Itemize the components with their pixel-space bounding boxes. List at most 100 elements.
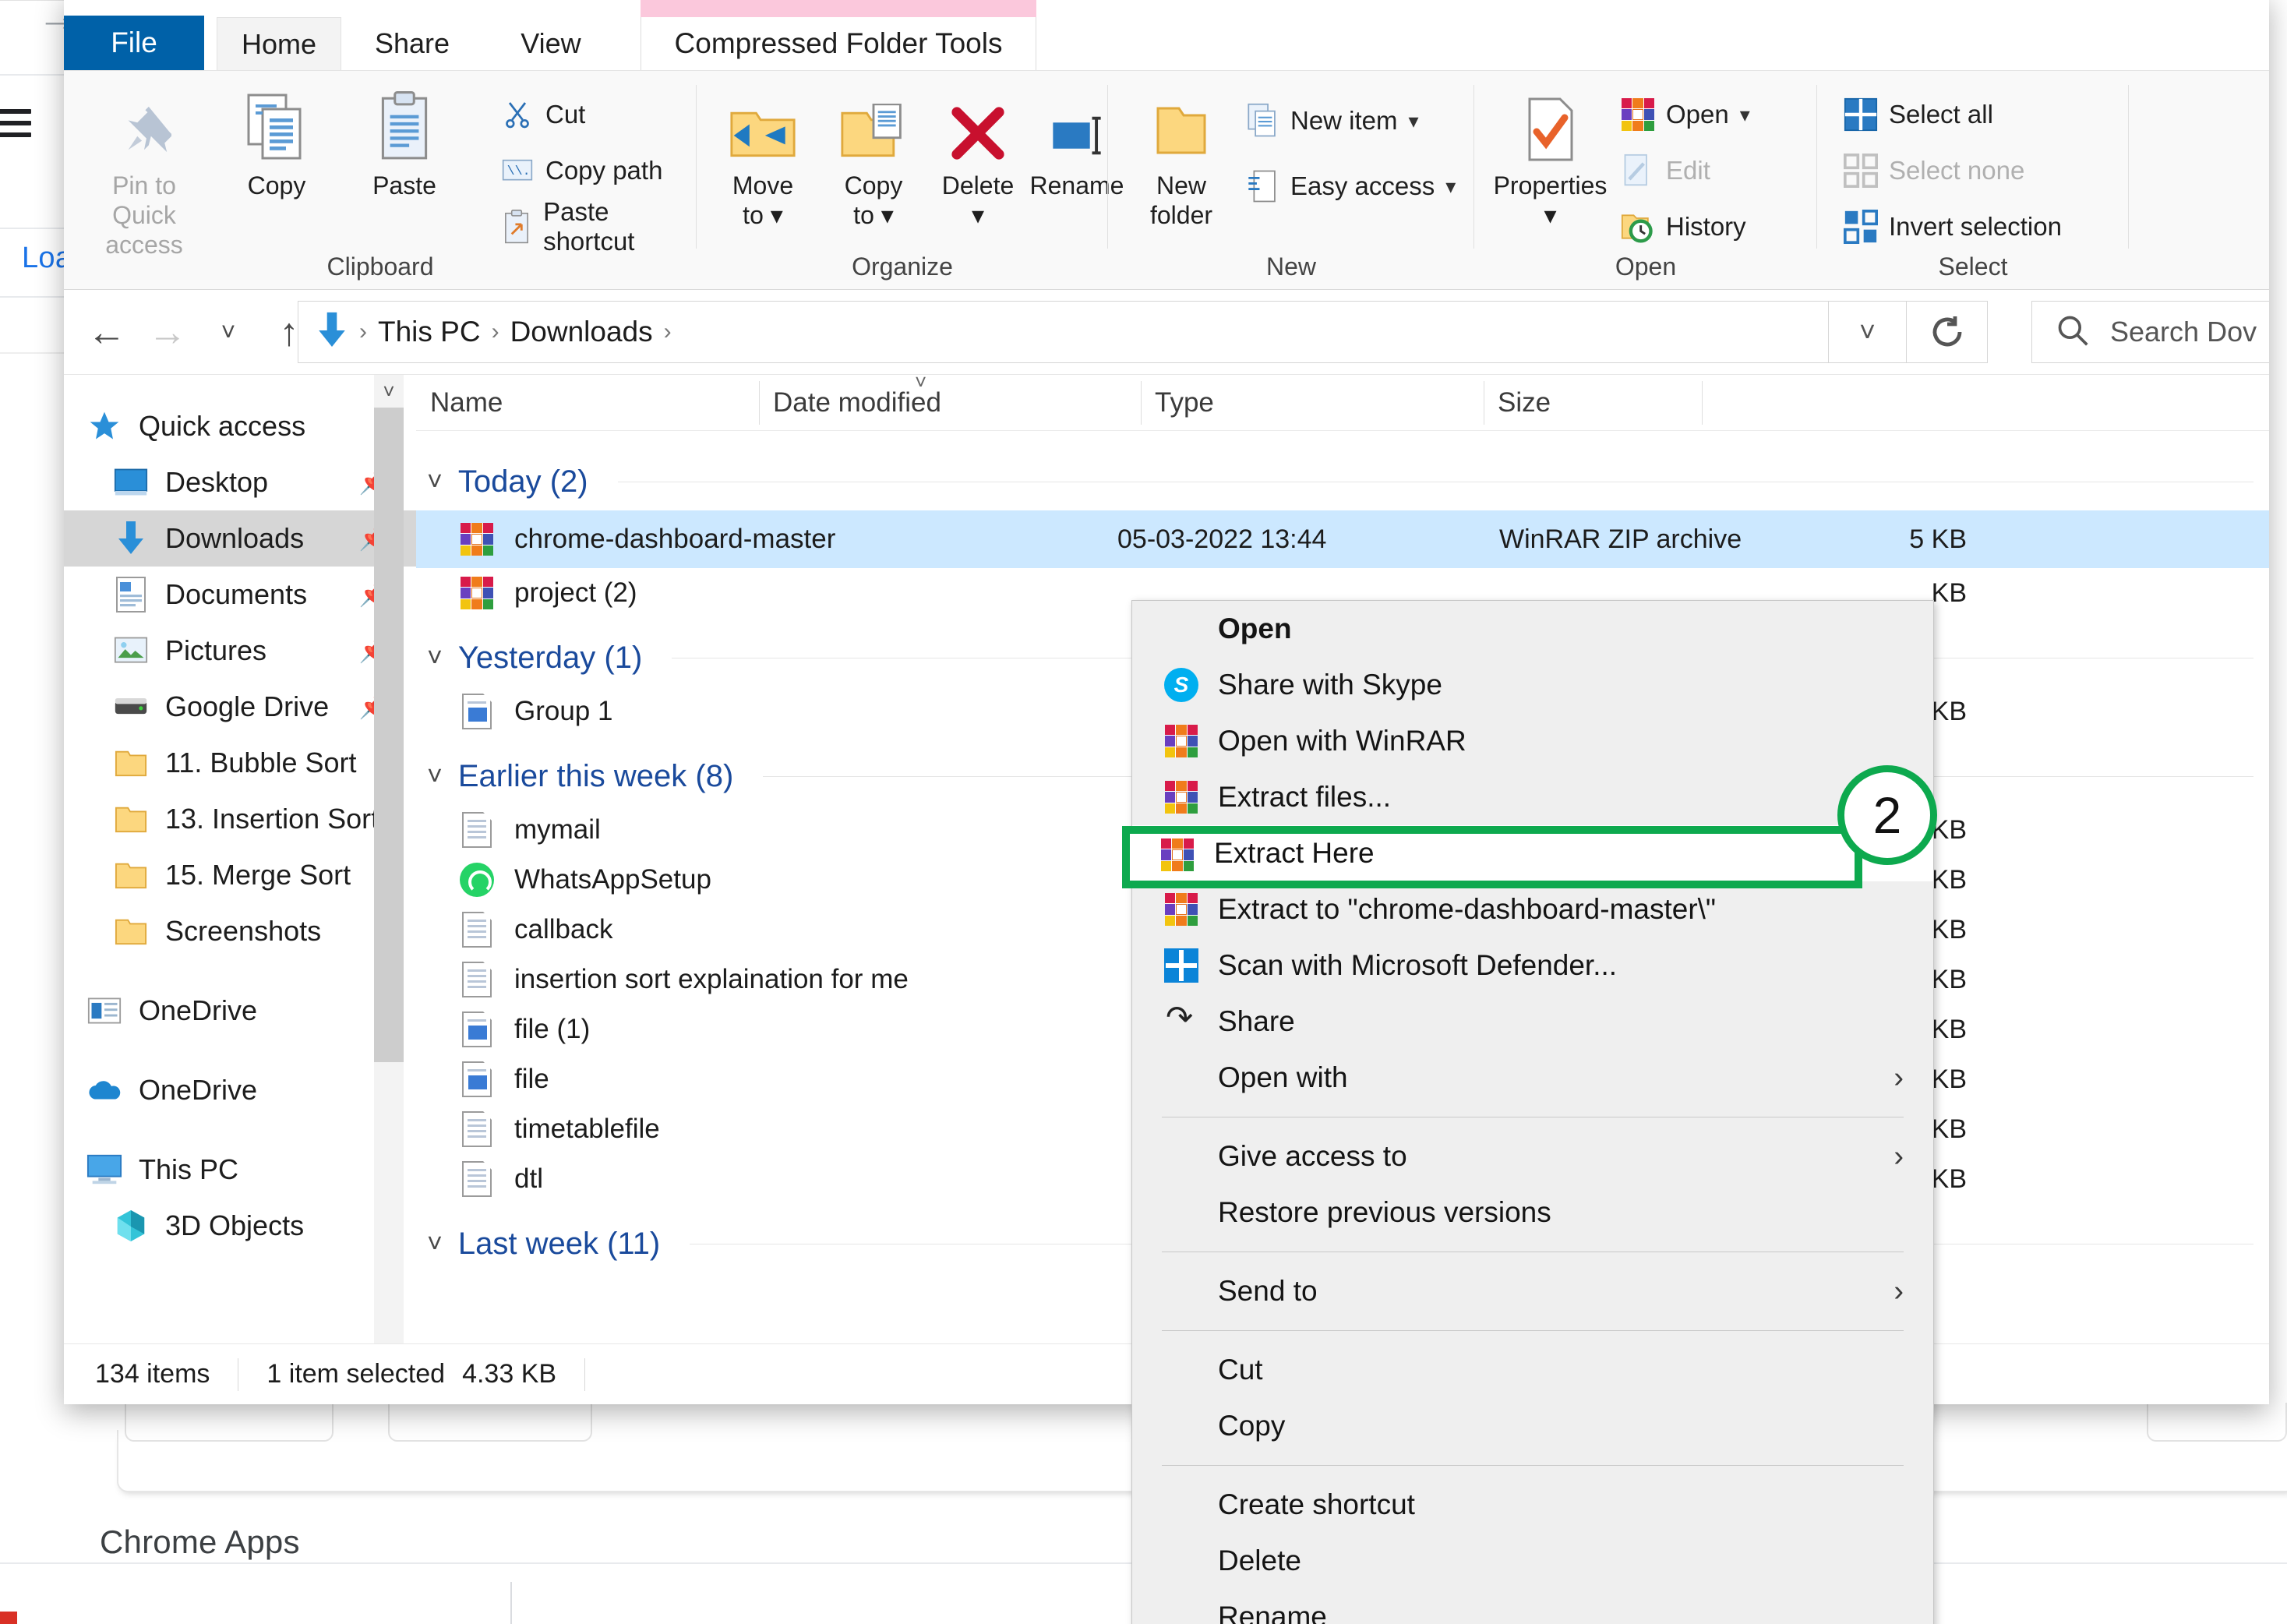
chevron-down-icon[interactable]: ˅: [427, 643, 443, 673]
annotation-highlight-label: Extract Here: [1214, 837, 1375, 869]
menu-item-open-with[interactable]: Open with ›: [1132, 1050, 1933, 1106]
copy-to-button[interactable]: Copy to ▾: [815, 88, 932, 230]
sidebar-item-google-drive[interactable]: Google Drive 📌: [64, 679, 416, 735]
navigation-scrollbar[interactable]: ˅ ˅: [374, 375, 404, 1404]
sidebar-item-bubble-sort[interactable]: 11. Bubble Sort: [64, 735, 416, 791]
tab-home[interactable]: Home: [217, 17, 341, 70]
group-header-today[interactable]: ˅ Today (2): [416, 453, 2269, 510]
column-header-name[interactable]: Name: [416, 375, 759, 431]
address-dropdown-button[interactable]: ˅: [1829, 301, 1907, 363]
open-button[interactable]: Open ▾: [1621, 93, 1750, 136]
file-name: project (2): [514, 577, 637, 608]
chevron-down-icon[interactable]: ˅: [427, 467, 443, 497]
easy-access-button[interactable]: Easy access ▾: [1245, 164, 1456, 208]
select-all-button[interactable]: Select all: [1844, 93, 1993, 136]
sidebar-item-screenshots[interactable]: Screenshots: [64, 903, 416, 959]
menu-item-open[interactable]: Open: [1132, 601, 1933, 657]
menu-item-rename[interactable]: Rename: [1132, 1589, 1933, 1624]
group-label-select: Select: [1938, 252, 2008, 281]
menu-item-give-access-to[interactable]: Give access to ›: [1132, 1128, 1933, 1184]
sidebar-item-quick-access[interactable]: Quick access: [64, 398, 416, 454]
text-file-icon: [457, 1111, 497, 1147]
chevron-down-icon: ▾: [1408, 108, 1419, 132]
sidebar-item-insertion-sort[interactable]: 13. Insertion Sort: [64, 791, 416, 847]
copy-button[interactable]: Copy: [210, 88, 343, 200]
table-row[interactable]: chrome-dashboard-master 05-03-2022 13:44…: [416, 510, 2269, 568]
breadcrumb-separator: ›: [359, 319, 367, 344]
chevron-down-icon[interactable]: ˅: [427, 1229, 443, 1259]
column-header-size[interactable]: Size: [1484, 375, 1702, 431]
onedrive-cloud-icon: [86, 1071, 123, 1109]
sidebar-item-downloads[interactable]: Downloads 📌: [64, 510, 416, 567]
new-folder-button[interactable]: New folder: [1119, 88, 1244, 230]
delete-button[interactable]: Delete ▾: [927, 88, 1029, 230]
paste-button[interactable]: Paste: [338, 88, 471, 200]
select-none-button[interactable]: Select none: [1844, 149, 2024, 192]
menu-item-scan-with-defender[interactable]: Scan with Microsoft Defender...: [1132, 937, 1933, 994]
status-selection: 1 item selected: [266, 1359, 446, 1389]
sidebar-item-desktop[interactable]: Desktop 📌: [64, 454, 416, 510]
edit-button[interactable]: Edit: [1621, 149, 1710, 192]
menu-item-open-with-winrar[interactable]: Open with WinRAR: [1132, 713, 1933, 769]
tab-file[interactable]: File: [64, 16, 204, 70]
breadcrumb-downloads[interactable]: Downloads: [510, 316, 653, 348]
column-divider[interactable]: [1702, 381, 1703, 425]
column-header-type[interactable]: Type: [1141, 375, 1484, 431]
hamburger-menu-icon[interactable]: [0, 109, 31, 139]
tab-view[interactable]: View: [500, 17, 602, 70]
sidebar-item-onedrive-personal[interactable]: OneDrive: [64, 1062, 416, 1118]
forward-button[interactable]: →: [137, 302, 198, 362]
ribbon: Pin to Quick access Copy Paste Cut \\. C…: [64, 70, 2269, 290]
properties-button[interactable]: Properties ▾: [1482, 88, 1618, 230]
sidebar-item-onedrive-business[interactable]: OneDrive: [64, 983, 416, 1039]
winrar-icon: [457, 521, 497, 557]
sidebar-label: 13. Insertion Sort: [165, 803, 379, 835]
pin-to-quick-access-button[interactable]: Pin to Quick access: [78, 88, 210, 259]
paste-shortcut-button[interactable]: Paste shortcut: [500, 197, 697, 256]
back-button[interactable]: ←: [76, 302, 137, 362]
folder-icon: [112, 744, 150, 782]
sidebar-label: Screenshots: [165, 915, 322, 947]
history-button[interactable]: History: [1621, 205, 1746, 249]
chevron-down-icon[interactable]: ˅: [427, 761, 443, 792]
menu-item-send-to[interactable]: Send to ›: [1132, 1263, 1933, 1319]
breadcrumb-this-pc[interactable]: This PC: [378, 316, 481, 348]
copy-path-button[interactable]: \\.. Copy path: [500, 149, 662, 192]
menu-separator: [1162, 1465, 1904, 1466]
menu-item-cut[interactable]: Cut: [1132, 1342, 1933, 1398]
menu-label: Share: [1218, 1005, 1295, 1037]
menu-item-delete[interactable]: Delete: [1132, 1533, 1933, 1589]
move-to-button[interactable]: Move to ▾: [704, 88, 821, 230]
menu-item-share-with-skype[interactable]: S Share with Skype: [1132, 657, 1933, 713]
annotation-step-badge: 2: [1837, 765, 1937, 865]
menu-item-extract-files[interactable]: Extract files...: [1132, 769, 1933, 825]
recent-locations-button[interactable]: ˅: [198, 302, 259, 362]
history-icon: [1621, 210, 1655, 244]
refresh-button[interactable]: [1907, 301, 1988, 363]
address-breadcrumb-bar[interactable]: › This PC › Downloads ›: [298, 301, 1829, 363]
menu-item-share[interactable]: Share: [1132, 994, 1933, 1050]
menu-item-copy[interactable]: Copy: [1132, 1398, 1933, 1454]
group-separator-5: [2128, 85, 2129, 249]
invert-selection-button[interactable]: Invert selection: [1844, 205, 2062, 249]
new-folder-label: New folder: [1149, 171, 1213, 229]
menu-item-create-shortcut[interactable]: Create shortcut: [1132, 1477, 1933, 1533]
cut-button[interactable]: Cut: [500, 93, 585, 136]
search-input[interactable]: Search Dov: [2031, 301, 2269, 363]
tab-share[interactable]: Share: [354, 17, 471, 70]
downloads-folder-icon: [316, 310, 348, 355]
menu-item-restore-previous-versions[interactable]: Restore previous versions: [1132, 1184, 1933, 1241]
scroll-up-icon[interactable]: ˅: [374, 375, 404, 408]
sidebar-item-this-pc[interactable]: This PC: [64, 1142, 416, 1198]
scrollbar-thumb[interactable]: [374, 408, 404, 1062]
tab-compressed-folder-tools[interactable]: Compressed Folder Tools: [641, 17, 1036, 70]
new-item-button[interactable]: New item ▾: [1245, 99, 1419, 143]
menu-item-extract-to-folder[interactable]: Extract to "chrome-dashboard-master\": [1132, 881, 1933, 937]
sidebar-item-pictures[interactable]: Pictures 📌: [64, 623, 416, 679]
sidebar-item-3d-objects[interactable]: 3D Objects: [64, 1198, 416, 1254]
column-header-date-modified[interactable]: ˅ Date modified: [759, 370, 1141, 431]
easy-access-label: Easy access: [1290, 171, 1435, 200]
sidebar-item-merge-sort[interactable]: 15. Merge Sort: [64, 847, 416, 903]
sidebar-item-documents[interactable]: Documents 📌: [64, 567, 416, 623]
breadcrumb-separator: ›: [663, 319, 672, 344]
